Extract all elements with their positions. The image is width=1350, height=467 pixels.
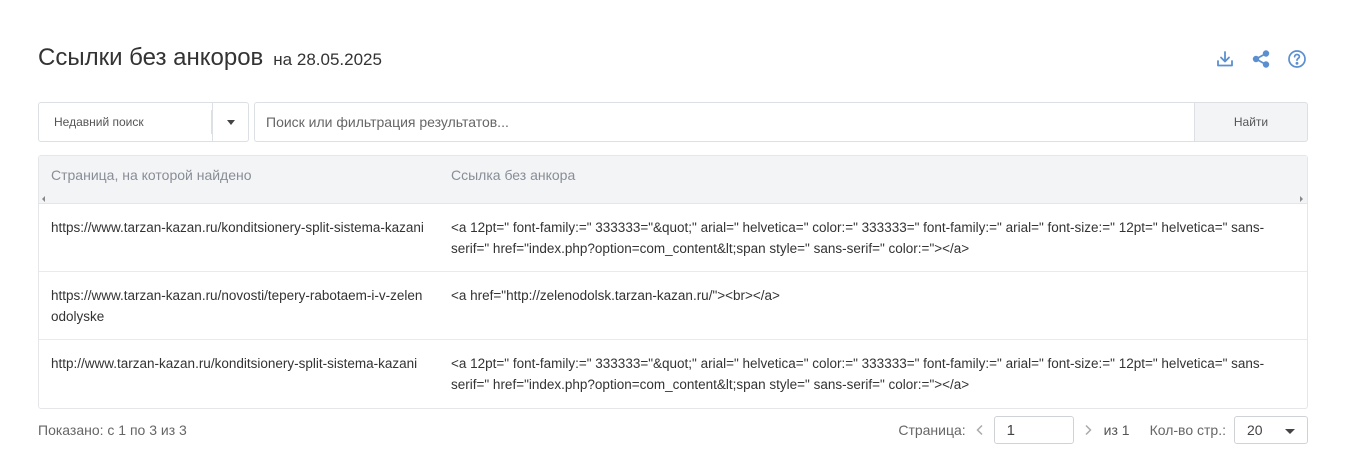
- recent-search-dropdown[interactable]: Недавний поиск: [38, 102, 213, 142]
- link-cell: <a 12pt=" font-family:=" 333333="&quot;"…: [451, 356, 1265, 392]
- page-url-cell: https://www.tarzan-kazan.ru/novosti/tepe…: [51, 288, 423, 324]
- total-pages: из 1: [1103, 422, 1130, 438]
- table-header: Страница, на которой найдено Ссылка без …: [39, 156, 1307, 194]
- prev-page-icon[interactable]: [966, 416, 994, 444]
- table-row: https://www.tarzan-kazan.ru/novosti/tepe…: [39, 272, 1307, 340]
- recent-search-label: Недавний поиск: [54, 115, 144, 129]
- dropdown-divider: [211, 110, 212, 134]
- table-row: http://www.tarzan-kazan.ru/konditsionery…: [39, 340, 1307, 408]
- page-title: Ссылки без анкоров: [38, 44, 264, 71]
- per-page-label: Кол-во стр.:: [1149, 422, 1226, 438]
- page-number-input[interactable]: [993, 416, 1074, 444]
- scroll-left-icon[interactable]: [42, 196, 45, 202]
- link-cell: <a href="http://zelenodolsk.tarzan-kazan…: [451, 288, 780, 303]
- download-icon[interactable]: [1214, 48, 1236, 70]
- caret-down-icon: [1285, 429, 1295, 434]
- column-header-page[interactable]: Страница, на которой найдено: [39, 167, 439, 183]
- help-icon[interactable]: [1286, 48, 1308, 70]
- search-bar: Недавний поиск Найти: [38, 102, 1308, 142]
- pagination: Страница: из 1 Кол-во стр.: 20: [898, 416, 1308, 444]
- scroll-right-icon[interactable]: [1300, 196, 1303, 202]
- search-input[interactable]: [254, 102, 1194, 142]
- recent-search-toggle[interactable]: [213, 102, 249, 142]
- page-header: Ссылки без анкоров на 28.05.2025: [38, 44, 1308, 76]
- table-row: https://www.tarzan-kazan.ru/konditsioner…: [39, 204, 1307, 272]
- shown-count: Показано: с 1 по 3 из 3: [38, 422, 187, 438]
- report-date: на 28.05.2025: [273, 50, 382, 69]
- per-page-select[interactable]: 20: [1234, 416, 1308, 444]
- results-table: Страница, на которой найдено Ссылка без …: [38, 155, 1308, 409]
- page-url-cell: http://www.tarzan-kazan.ru/konditsionery…: [51, 356, 418, 371]
- column-header-link[interactable]: Ссылка без анкора: [439, 167, 1307, 183]
- share-icon[interactable]: [1250, 48, 1272, 70]
- link-cell: <a 12pt=" font-family:=" 333333="&quot;"…: [451, 220, 1265, 256]
- next-page-icon[interactable]: [1074, 416, 1102, 444]
- horizontal-scrollbar[interactable]: [39, 194, 1307, 204]
- caret-down-icon: [226, 119, 235, 125]
- page-url-cell: https://www.tarzan-kazan.ru/konditsioner…: [51, 220, 424, 235]
- table-footer: Показано: с 1 по 3 из 3 Страница: из 1 К…: [38, 416, 1308, 444]
- header-actions: [1214, 48, 1308, 70]
- find-button[interactable]: Найти: [1194, 102, 1308, 142]
- page-label: Страница:: [898, 422, 966, 438]
- per-page-value: 20: [1247, 422, 1263, 438]
